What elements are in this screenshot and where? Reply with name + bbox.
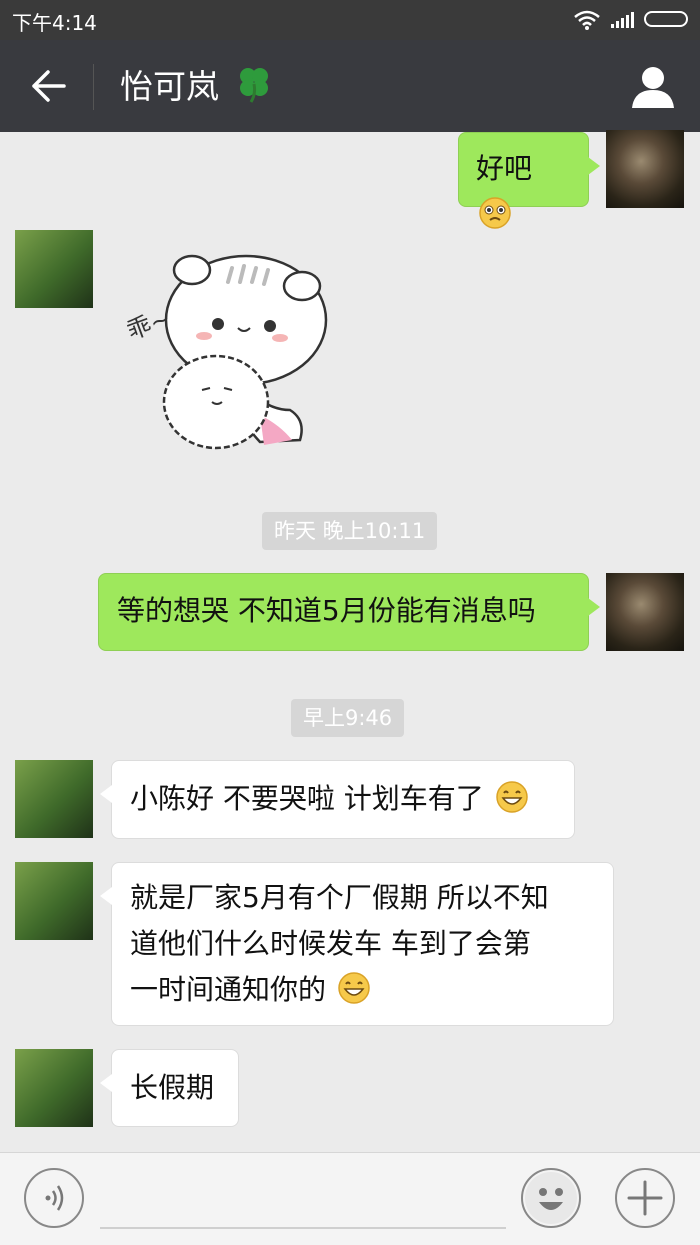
grinning-face-emoji-icon [338,972,370,1004]
message-text: 好吧 [476,152,533,185]
emoji-button[interactable] [521,1168,581,1228]
voice-icon [45,1185,64,1211]
status-bar: 下午4:14 [0,0,700,40]
my-avatar[interactable] [606,573,684,651]
message-text-line: 一时间通知你的 [130,973,327,1006]
message-bubble-received[interactable]: 长假期 [100,1049,239,1127]
message-text: 小陈好 不要哭啦 计划车有了 [130,782,484,815]
message-input[interactable] [100,1227,506,1229]
chat-header: 怡可岚 [0,40,700,132]
message-text: 长假期 [130,1071,215,1104]
input-toolbar [0,1152,700,1245]
battery-icon [644,11,688,27]
back-button[interactable] [28,68,68,104]
clover-emoji-icon [239,68,268,103]
message-text-line: 就是厂家5月有个厂假期 所以不知 [130,881,549,914]
message-bubble-sent[interactable]: 等的想哭 不知道5月份能有消息吗 [98,573,600,651]
signal-icon [611,12,634,28]
timestamp: 昨天 晚上10:11 [262,512,438,550]
sticker-text: 乖~ [123,304,174,345]
contact-name-title: 怡可岚 [120,64,274,109]
message-text-line: 道他们什么时候发车 车到了会第 [130,927,531,960]
contact-avatar[interactable] [15,230,93,308]
pleading-face-emoji-icon [479,197,511,229]
contact-name: 怡可岚 [120,67,219,106]
message-text: 等的想哭 不知道5月份能有消息吗 [117,594,536,627]
voice-button[interactable] [24,1168,84,1228]
contact-avatar[interactable] [15,760,93,838]
message-bubble-received[interactable]: 就是厂家5月有个厂假期 所以不知 道他们什么时候发车 车到了会第 一时间通知你的 [100,862,614,1026]
contact-info-button[interactable] [628,64,678,110]
more-button[interactable] [615,1168,675,1228]
my-avatar[interactable] [606,130,684,208]
message-bubble-sent[interactable]: 好吧 [458,132,600,229]
timestamp: 早上9:46 [291,699,405,737]
grinning-face-emoji-icon [495,781,528,813]
plus-icon [627,1180,663,1216]
header-divider [93,64,94,110]
contact-avatar[interactable] [15,1049,93,1127]
status-time: 下午4:14 [12,11,97,35]
contact-avatar[interactable] [15,862,93,940]
smiley-icon [525,1172,577,1224]
wifi-icon [574,10,600,30]
cat-sticker[interactable]: 乖~ [120,250,340,460]
message-bubble-received[interactable]: 小陈好 不要哭啦 计划车有了 [100,760,575,839]
